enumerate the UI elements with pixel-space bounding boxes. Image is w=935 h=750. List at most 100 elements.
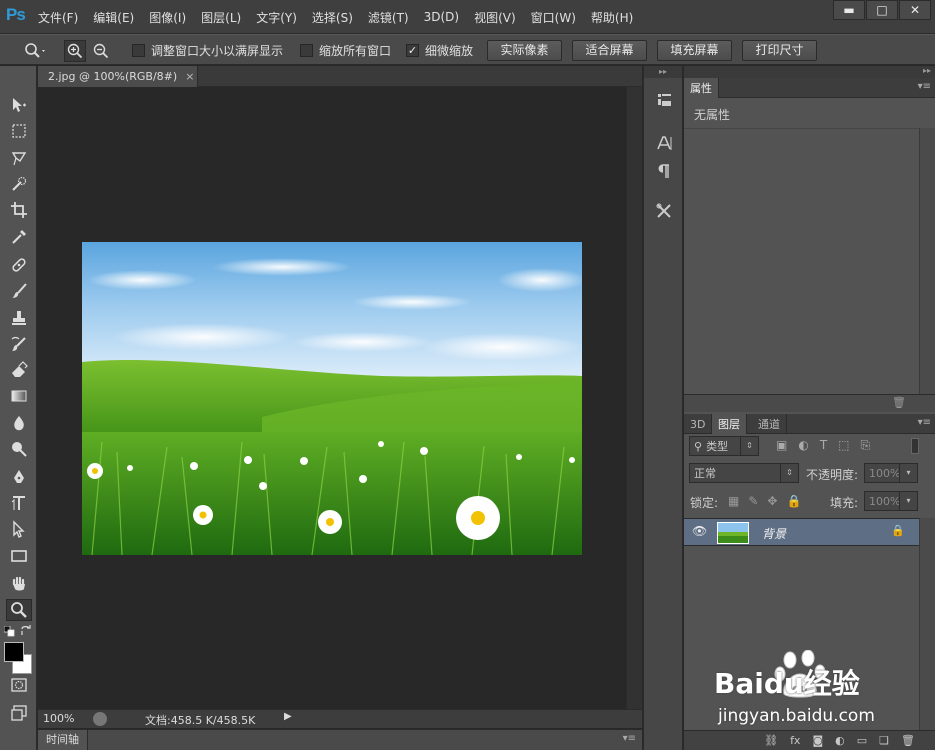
- zoom-in-icon[interactable]: [64, 40, 86, 62]
- lasso-tool-icon[interactable]: [6, 147, 32, 169]
- panel-collapse-icon[interactable]: ▸▸: [923, 66, 931, 75]
- pen-tool-icon[interactable]: [6, 466, 32, 488]
- menu-item-7[interactable]: 3D(D): [424, 10, 459, 24]
- filter-type-icon[interactable]: T: [820, 438, 827, 453]
- crop-tool-icon[interactable]: [6, 199, 32, 221]
- lock-position-icon[interactable]: ✥: [767, 494, 777, 508]
- resize-windows-option[interactable]: 调整窗口大小以满屏显示: [132, 39, 283, 61]
- menu-item-5[interactable]: 选择(S): [312, 9, 353, 26]
- opacity-input[interactable]: 100% ▾: [864, 463, 918, 483]
- layer-name[interactable]: 背景: [762, 525, 786, 542]
- watermark-url: jingyan.baidu.com: [718, 706, 875, 726]
- fill-input[interactable]: 100% ▾: [864, 491, 918, 511]
- print-size-button[interactable]: 打印尺寸: [742, 40, 817, 61]
- menu-item-1[interactable]: 编辑(E): [93, 9, 134, 26]
- menu-item-10[interactable]: 帮助(H): [591, 9, 633, 26]
- canvas-area[interactable]: [38, 87, 626, 709]
- lock-image-icon[interactable]: ✎: [748, 494, 758, 508]
- layers-menu-icon[interactable]: ▾≡: [918, 417, 931, 428]
- menu-item-8[interactable]: 视图(V): [474, 9, 516, 26]
- minimize-button[interactable]: ▬: [833, 0, 865, 20]
- timeline-menu-icon[interactable]: ▾≡: [623, 733, 636, 744]
- history-brush-tool-icon[interactable]: [6, 333, 32, 355]
- zoom-tool-preset-icon[interactable]: [20, 40, 52, 62]
- tab-3d[interactable]: 3D: [684, 414, 713, 434]
- properties-scrollbar[interactable]: [919, 128, 935, 394]
- hand-tool-icon[interactable]: [6, 573, 32, 595]
- lock-transparent-icon[interactable]: ▦: [728, 494, 739, 508]
- filter-toggle[interactable]: [911, 438, 919, 454]
- swap-colors-icon[interactable]: [20, 625, 32, 640]
- menu-item-9[interactable]: 窗口(W): [531, 9, 576, 26]
- layer-row[interactable]: 👁 背景 🔒: [684, 518, 919, 546]
- dodge-tool-icon[interactable]: [6, 438, 32, 460]
- screen-mode-icon[interactable]: [6, 702, 32, 724]
- menu-item-6[interactable]: 滤镜(T): [368, 9, 409, 26]
- document-tab[interactable]: 2.jpg @ 100%(RGB/8#) ×: [38, 66, 198, 87]
- zoom-all-windows-option[interactable]: 缩放所有窗口: [300, 39, 391, 61]
- quick-selection-tool-icon[interactable]: [6, 173, 32, 195]
- type-tool-icon[interactable]: [6, 492, 32, 514]
- zoom-all-windows-checkbox[interactable]: [300, 43, 313, 57]
- properties-trash-icon[interactable]: 🗑: [892, 396, 906, 409]
- status-menu-arrow-icon[interactable]: ▶: [284, 711, 292, 722]
- canvas-image[interactable]: [82, 242, 582, 555]
- default-colors-icon[interactable]: [3, 625, 16, 641]
- lock-all-icon[interactable]: 🔒: [786, 494, 801, 508]
- scrubby-zoom-checkbox[interactable]: ✓: [406, 43, 419, 57]
- properties-empty-message: 无属性: [694, 108, 731, 122]
- menu-item-2[interactable]: 图像(I): [149, 9, 186, 26]
- scrubby-zoom-option[interactable]: ✓ 细微缩放: [406, 39, 473, 61]
- rectangle-tool-icon[interactable]: [6, 545, 32, 567]
- menu-item-0[interactable]: 文件(F): [38, 9, 78, 26]
- timeline-tab[interactable]: 时间轴: [38, 730, 88, 750]
- document-tab-bar: 2.jpg @ 100%(RGB/8#) ×: [38, 66, 642, 87]
- filter-smart-object-icon[interactable]: ⎘: [861, 438, 871, 453]
- fill-screen-button[interactable]: 填充屏幕: [657, 40, 732, 61]
- panel-group-header: ▸▸: [684, 66, 935, 78]
- layer-comps-icon[interactable]: [652, 90, 676, 112]
- blur-tool-icon[interactable]: [6, 412, 32, 434]
- foreground-color-swatch[interactable]: [4, 642, 24, 662]
- paragraph-panel-icon[interactable]: [652, 160, 676, 182]
- menu-item-3[interactable]: 图层(L): [201, 9, 241, 26]
- actual-pixels-button[interactable]: 实际像素: [487, 40, 562, 61]
- maximize-button[interactable]: □: [866, 0, 898, 20]
- close-tab-icon[interactable]: ×: [185, 70, 194, 83]
- vertical-scrollbar[interactable]: [626, 87, 642, 709]
- status-preview-icon[interactable]: [93, 712, 107, 726]
- layer-visibility-eye-icon[interactable]: 👁: [692, 524, 707, 538]
- filter-shape-icon[interactable]: ⬚: [838, 438, 849, 453]
- tool-presets-icon[interactable]: [652, 200, 676, 222]
- eyedropper-tool-icon[interactable]: [6, 226, 32, 248]
- quick-mask-icon[interactable]: [6, 674, 32, 696]
- path-selection-tool-icon[interactable]: [6, 518, 32, 540]
- eraser-tool-icon[interactable]: [6, 359, 32, 381]
- lock-label: 锁定:: [690, 496, 719, 510]
- zoom-level[interactable]: 100%: [43, 712, 74, 725]
- blend-mode-select[interactable]: 正常 ⇕: [689, 463, 799, 483]
- filter-pixel-icon[interactable]: ▣: [776, 438, 787, 453]
- layer-filter-kind[interactable]: ⚲ 类型 ⇕: [689, 436, 759, 456]
- tab-layers[interactable]: 图层: [712, 414, 747, 434]
- character-panel-icon[interactable]: [652, 132, 676, 154]
- zoom-out-icon[interactable]: [90, 40, 112, 62]
- properties-menu-icon[interactable]: ▾≡: [918, 81, 931, 92]
- healing-brush-tool-icon[interactable]: [6, 254, 32, 276]
- gradient-tool-icon[interactable]: [6, 385, 32, 407]
- fit-screen-button[interactable]: 适合屏幕: [572, 40, 647, 61]
- dock-collapse-icon[interactable]: ▸▸: [644, 66, 682, 78]
- move-tool-icon[interactable]: [6, 94, 32, 116]
- brush-tool-icon[interactable]: [6, 280, 32, 302]
- marquee-tool-icon[interactable]: [6, 120, 32, 142]
- filter-adjustment-icon[interactable]: ◐: [798, 438, 808, 453]
- chevron-down-icon: ▾: [899, 492, 917, 510]
- tab-channels[interactable]: 通道: [752, 414, 787, 434]
- close-button[interactable]: ✕: [899, 0, 931, 20]
- zoom-tool-icon[interactable]: [6, 599, 32, 621]
- resize-windows-checkbox[interactable]: [132, 43, 145, 57]
- clone-stamp-tool-icon[interactable]: [6, 307, 32, 329]
- properties-tab-bar: 属性 ▾≡: [684, 78, 935, 98]
- tab-properties[interactable]: 属性: [684, 78, 719, 98]
- menu-item-4[interactable]: 文字(Y): [256, 9, 297, 26]
